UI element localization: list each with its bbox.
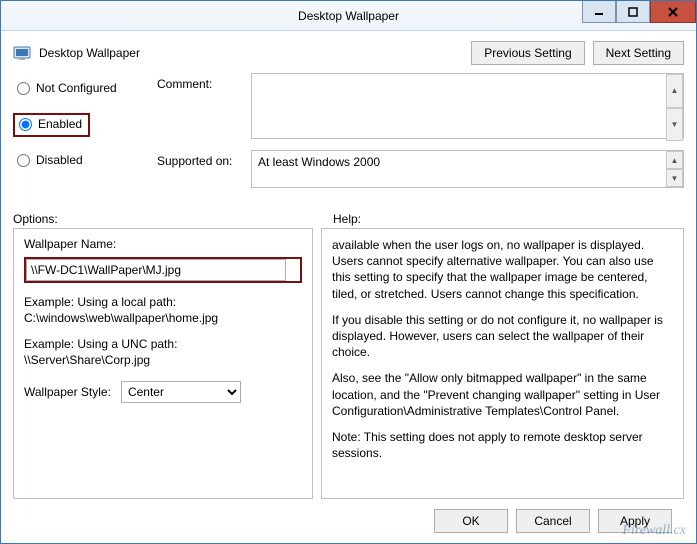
ok-button[interactable]: OK [434,509,508,533]
cancel-button[interactable]: Cancel [516,509,590,533]
settings-grid: Not Configured Enabled Disabled Comment: [13,73,684,196]
help-paragraph: Note: This setting does not apply to rem… [332,429,673,461]
scroll-down-button[interactable]: ▼ [666,169,683,187]
supported-label: Supported on: [157,150,247,168]
radio-disabled-input[interactable] [17,154,30,167]
wallpaper-style-row: Wallpaper Style: Center [24,381,302,403]
scroll-up-button[interactable]: ▲ [666,74,683,108]
state-radio-group: Not Configured Enabled Disabled [13,73,153,185]
wallpaper-name-label: Wallpaper Name: [24,237,302,251]
radio-not-configured-input[interactable] [17,82,30,95]
help-label: Help: [333,212,361,226]
comment-scroll: ▲ ▼ [666,74,683,141]
help-panel: available when the user logs on, no wall… [321,228,684,499]
scroll-down-button[interactable]: ▼ [666,108,683,142]
next-setting-button[interactable]: Next Setting [593,41,684,65]
policy-icon [13,44,31,62]
example-unc-value: \\Server\Share\Corp.jpg [24,353,302,367]
header-row: Desktop Wallpaper Previous Setting Next … [13,41,684,65]
policy-dialog-window: Desktop Wallpaper Desktop Wallpaper [0,0,697,544]
wallpaper-style-label: Wallpaper Style: [24,385,111,399]
previous-setting-button[interactable]: Previous Setting [471,41,584,65]
comment-field-wrap: ▲ ▼ [251,73,684,142]
radio-label: Disabled [36,153,83,167]
supported-scroll: ▲ ▼ [666,151,683,187]
close-button[interactable] [650,1,696,23]
help-paragraph: If you disable this setting or do not co… [332,312,673,361]
window-controls [582,1,696,23]
example-local-label: Example: Using a local path: [24,295,302,309]
minimize-button[interactable] [582,1,616,23]
options-label: Options: [13,212,333,226]
supported-field-wrap: At least Windows 2000 ▲ ▼ [251,150,684,188]
comment-label: Comment: [157,73,247,91]
radio-enabled-input[interactable] [19,118,32,131]
example-unc-label: Example: Using a UNC path: [24,337,302,351]
wallpaper-name-highlight [24,257,302,283]
enabled-highlight: Enabled [13,113,90,137]
window-title: Desktop Wallpaper [298,9,399,23]
policy-title: Desktop Wallpaper [39,46,140,60]
scroll-up-button[interactable]: ▲ [666,151,683,169]
help-paragraph: available when the user logs on, no wall… [332,237,673,302]
panel-labels: Options: Help: [13,212,684,226]
supported-on-value: At least Windows 2000 [251,150,684,188]
radio-label: Enabled [38,117,82,131]
radio-enabled[interactable]: Enabled [15,115,86,133]
panels-row: Wallpaper Name: Example: Using a local p… [13,228,684,499]
maximize-button[interactable] [616,1,650,23]
apply-button[interactable]: Apply [598,509,672,533]
titlebar: Desktop Wallpaper [1,1,696,31]
radio-label: Not Configured [36,81,117,95]
options-panel: Wallpaper Name: Example: Using a local p… [13,228,313,499]
comment-input[interactable] [251,73,684,139]
radio-not-configured[interactable]: Not Configured [13,79,153,97]
help-paragraph: Also, see the "Allow only bitmapped wall… [332,370,673,419]
radio-disabled[interactable]: Disabled [13,151,153,169]
wallpaper-style-select[interactable]: Center [121,381,241,403]
dialog-body: Desktop Wallpaper Previous Setting Next … [1,31,696,543]
wallpaper-name-input[interactable] [26,259,286,281]
example-local-value: C:\windows\web\wallpaper\home.jpg [24,311,302,325]
nav-buttons: Previous Setting Next Setting [471,41,684,65]
dialog-footer: OK Cancel Apply [13,499,684,537]
